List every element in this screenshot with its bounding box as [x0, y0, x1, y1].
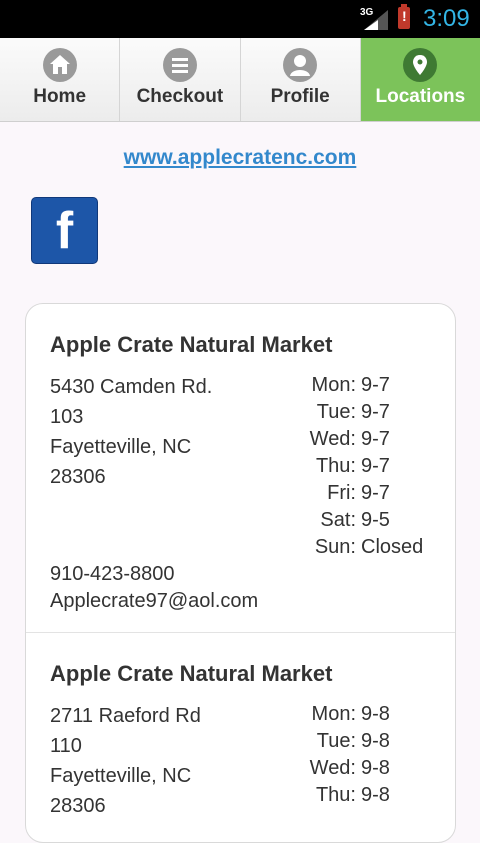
clock: 3:09	[423, 5, 470, 32]
hours-row: Sat: 9-5	[266, 507, 436, 534]
hours-row: Tue: 9-7	[266, 399, 436, 426]
email-address[interactable]: Applecrate97@aol.com	[50, 588, 258, 615]
hours-day: Fri:	[327, 482, 356, 504]
hours-time: 9-8	[361, 703, 390, 725]
address-line: 28306	[50, 466, 106, 488]
hours-day: Sat:	[320, 509, 356, 531]
hours-row: Sun: Closed	[266, 534, 436, 561]
hours-time: 9-5	[361, 509, 390, 531]
hours-row: Tue: 9-8	[266, 728, 436, 755]
hours-day: Sun:	[314, 536, 356, 558]
hours-time: 9-8	[361, 784, 390, 806]
facebook-icon: f	[55, 202, 74, 260]
hours-row: Mon: 9-7	[266, 372, 436, 399]
hours-day: Tue:	[316, 730, 356, 752]
hours-time: 9-7	[361, 428, 390, 450]
hours-row: Wed: 9-7	[266, 426, 436, 453]
location-hours: Mon: 9-7 Tue: 9-7 Wed: 9-7 Thu: 9-7 Fri: 9-7 …	[266, 372, 436, 561]
address-line: Fayetteville, NC	[50, 436, 192, 458]
tab-locations[interactable]: Locations	[360, 38, 480, 121]
hours-day: Mon:	[311, 703, 356, 725]
tab-label: Profile	[270, 86, 330, 107]
tab-label: Checkout	[136, 86, 224, 107]
status-bar: 3G ! 3:09	[0, 0, 480, 38]
location-name: Apple Crate Natural Market	[50, 661, 333, 686]
locations-list: Apple Crate Natural Market 5430 Camden R…	[25, 303, 456, 843]
address-line: 103	[50, 406, 84, 428]
location-name: Apple Crate Natural Market	[50, 332, 333, 357]
tab-home[interactable]: Home	[0, 38, 121, 121]
hours-row: Thu: 9-8	[266, 782, 436, 809]
hours-time: 9-7	[361, 401, 390, 423]
hours-day: Wed:	[309, 428, 356, 450]
location-card: Apple Crate Natural Market 2711 Raeford …	[26, 632, 455, 843]
tab-profile[interactable]: Profile	[240, 38, 361, 121]
home-icon	[42, 48, 77, 82]
phone-number[interactable]: 910-423-8800	[50, 561, 258, 588]
hours-day: Tue:	[316, 401, 356, 423]
user-icon	[283, 48, 318, 82]
hours-time: 9-7	[361, 374, 390, 396]
hours-day: Thu:	[315, 455, 356, 477]
nav-bar: Home Checkout Profile Locations	[0, 38, 480, 122]
hours-day: Mon:	[311, 374, 356, 396]
hours-row: Mon: 9-8	[266, 701, 436, 728]
hours-time: 9-8	[361, 757, 390, 779]
hours-row: Fri: 9-7	[266, 480, 436, 507]
hours-time: 9-8	[361, 730, 390, 752]
location-card: Apple Crate Natural Market 5430 Camden R…	[26, 304, 455, 632]
tab-checkout[interactable]: Checkout	[120, 38, 241, 121]
website-link[interactable]: www.applecratenc.com	[0, 146, 480, 170]
location-contact: 910-423-8800 Applecrate97@aol.com	[50, 561, 258, 615]
location-hours: Mon: 9-8 Tue: 9-8 Wed: 9-8 Thu: 9-8	[266, 701, 436, 809]
location-address: 2711 Raeford Rd 110 Fayetteville, NC 283…	[50, 701, 201, 821]
address-line: 110	[50, 735, 82, 757]
location-address: 5430 Camden Rd. 103 Fayetteville, NC 283…	[50, 372, 212, 492]
hours-time: 9-7	[361, 455, 390, 477]
address-line: Fayetteville, NC	[50, 765, 192, 787]
hours-row: Thu: 9-7	[266, 453, 436, 480]
menu-lines-icon	[162, 48, 197, 82]
hours-day: Wed:	[309, 757, 356, 779]
address-line: 2711 Raeford Rd	[50, 705, 201, 727]
facebook-button[interactable]: f	[31, 197, 98, 264]
signal-icon	[364, 10, 388, 30]
map-pin-icon	[403, 48, 438, 82]
tab-label: Home	[33, 86, 87, 107]
hours-time: 9-7	[361, 482, 390, 504]
address-line: 28306	[50, 795, 106, 817]
hours-row: Wed: 9-8	[266, 755, 436, 782]
hours-time: Closed	[361, 536, 424, 558]
tab-label: Locations	[375, 86, 466, 107]
address-line: 5430 Camden Rd.	[50, 376, 213, 398]
hours-day: Thu:	[315, 784, 356, 806]
